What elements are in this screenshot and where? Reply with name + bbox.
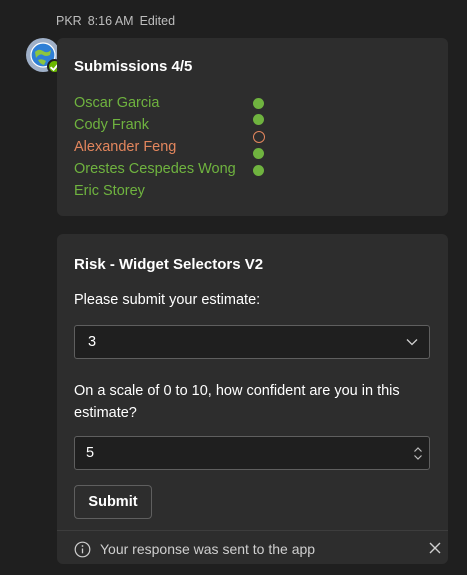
pending-status-icon (253, 130, 265, 143)
status-column (253, 92, 265, 181)
number-stepper[interactable] (413, 446, 423, 461)
response-message: Your response was sent to the app (100, 541, 316, 557)
estimate-selected-value: 3 (88, 334, 97, 350)
list-item: Eric Storey (74, 180, 274, 202)
message-header: PKR 8:16 AM Edited (56, 14, 175, 28)
response-notification: Your response was sent to the app (74, 537, 442, 561)
participant-name: Orestes Cespedes Wong (74, 161, 236, 177)
participant-name: Cody Frank (74, 117, 149, 133)
divider (57, 530, 448, 531)
submissions-title: Submissions 4/5 (74, 58, 193, 75)
confidence-prompt: On a scale of 0 to 10, how confident are… (74, 383, 400, 421)
submitted-status-icon (253, 164, 264, 176)
participant-name: Eric Storey (74, 183, 145, 199)
bot-avatar-icon[interactable] (26, 38, 62, 74)
submit-button[interactable]: Submit (74, 485, 152, 519)
submitted-status-icon (253, 114, 264, 125)
participant-name: Oscar Garcia (74, 95, 160, 111)
chevron-up-icon[interactable] (413, 446, 423, 453)
sender-name: PKR (56, 14, 82, 28)
info-icon (74, 541, 91, 558)
confidence-value: 5 (86, 445, 95, 461)
estimate-prompt: Please submit your estimate: (74, 292, 261, 308)
submissions-list: Oscar Garcia Cody Frank Alexander Feng O… (74, 92, 274, 202)
submitted-status-icon (253, 97, 264, 109)
list-item: Oscar Garcia (74, 92, 274, 114)
edited-label: Edited (139, 14, 176, 28)
close-icon[interactable] (428, 541, 442, 555)
card-title: Risk - Widget Selectors V2 (74, 256, 264, 273)
chevron-down-icon (405, 335, 419, 349)
submitted-status-icon (253, 148, 264, 159)
list-item: Cody Frank (74, 114, 274, 136)
chevron-down-icon[interactable] (413, 454, 423, 461)
message-time: 8:16 AM (87, 14, 134, 28)
submissions-card: Submissions 4/5 Oscar Garcia Cody Frank … (57, 38, 448, 216)
list-item: Orestes Cespedes Wong (74, 158, 274, 180)
participant-name: Alexander Feng (74, 139, 177, 155)
estimate-card: Risk - Widget Selectors V2 Please submit… (57, 234, 448, 564)
list-item: Alexander Feng (74, 136, 274, 158)
estimate-select[interactable]: 3 (74, 325, 430, 359)
confidence-number-input[interactable]: 5 (74, 436, 430, 470)
